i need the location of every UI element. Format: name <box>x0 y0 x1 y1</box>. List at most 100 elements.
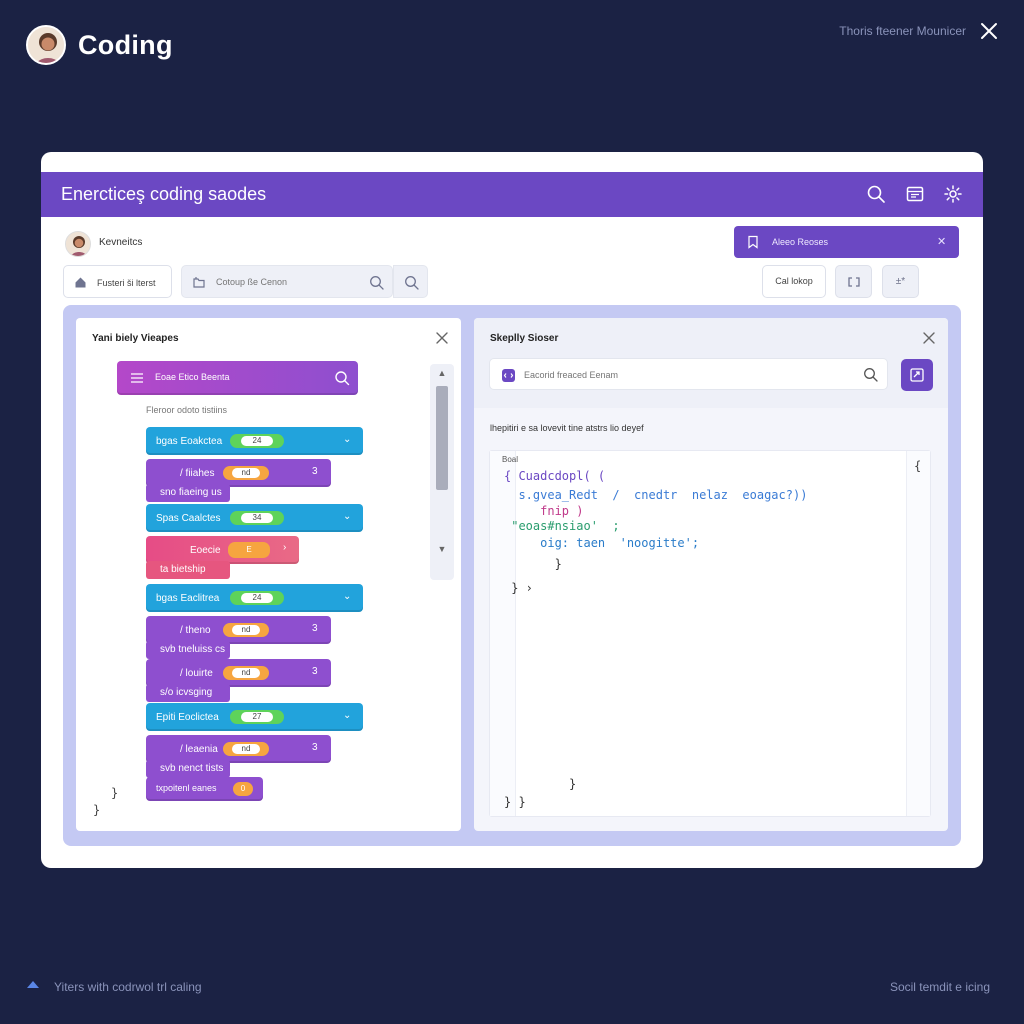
footer-left-text: Yiters with codrwol trl caling <box>54 980 202 994</box>
profile-avatar[interactable] <box>26 25 66 65</box>
code-panel: Skeplly Sioser lhepitiri e sa lovevit ti… <box>474 318 948 831</box>
block-loop[interactable]: bgas Eaclitrea 24 ⌄ <box>146 584 363 612</box>
block-label: / theno <box>180 625 211 636</box>
scroll-marker: { <box>914 459 922 473</box>
block-sub: s/o icvsging <box>146 684 230 702</box>
scroll-up-icon[interactable]: ▲ <box>430 368 454 382</box>
code-line: } › <box>504 581 533 595</box>
block-action[interactable]: / leaenia nd 3 <box>146 735 331 763</box>
block-loop[interactable]: Epiti Eoclictea 27 ⌄ <box>146 703 363 731</box>
search-icon <box>867 185 885 203</box>
block-param-icon: 3 <box>312 466 318 477</box>
block-value[interactable]: nd <box>223 623 269 637</box>
block-value[interactable]: nd <box>223 466 269 480</box>
close-app-button[interactable] <box>978 20 1000 42</box>
gear-icon <box>944 185 962 203</box>
code-line: s.gvea_Redt / cnedtr nelaz eoagac?)) <box>504 488 808 502</box>
blocks-panel-close-button[interactable] <box>435 331 449 345</box>
code-search-bar[interactable] <box>489 358 888 390</box>
block-value[interactable]: 34 <box>230 511 284 525</box>
search-button[interactable] <box>393 265 428 298</box>
chevron-down-icon[interactable]: ⌄ <box>343 710 351 721</box>
search-icon[interactable] <box>863 367 878 382</box>
search-input[interactable] <box>216 273 356 291</box>
avatar-icon <box>28 27 64 63</box>
scrollbar-thumb[interactable] <box>436 386 448 490</box>
code-line: { Cuadcdopl( ( <box>504 469 606 483</box>
block-label: Spas Caalctes <box>156 513 221 524</box>
code-line: "eoas#nsiao' ; <box>504 519 620 533</box>
home-button[interactable]: Fusteri ši lterst <box>63 265 172 298</box>
format-button[interactable]: ±* <box>882 265 919 298</box>
code-editor[interactable]: { Boal { Cuadcdopl( ( s.gvea_Redt / cned… <box>489 450 931 817</box>
header-search-button[interactable] <box>866 184 886 204</box>
block-condition[interactable]: Eoecie E › <box>146 536 299 564</box>
code-file-icon <box>502 369 515 382</box>
scroll-down-icon[interactable]: ▼ <box>430 544 454 558</box>
block-sub: ta bietship <box>146 561 230 579</box>
block-label: txpoitenl eanes <box>156 783 217 793</box>
block-value[interactable]: 27 <box>230 710 284 724</box>
chevron-down-icon[interactable]: ⌄ <box>343 434 351 445</box>
close-icon <box>923 332 935 344</box>
block-value[interactable]: 24 <box>230 591 284 605</box>
bracket-icon <box>848 277 860 287</box>
code-panel-close-button[interactable] <box>922 331 936 345</box>
user-avatar[interactable] <box>65 231 91 257</box>
brace: } <box>93 803 101 817</box>
code-search-input[interactable] <box>524 367 824 383</box>
chevron-down-icon[interactable]: ⌄ <box>343 511 351 522</box>
search-icon <box>405 276 419 290</box>
blocks-scrollbar[interactable]: ▲ ▼ <box>430 364 454 580</box>
header-settings-button[interactable] <box>943 184 963 204</box>
search-bar[interactable] <box>181 265 393 298</box>
notice-banner[interactable]: Aleeo Reoses ✕ <box>734 226 959 258</box>
block-value[interactable]: nd <box>223 666 269 680</box>
home-icon <box>75 277 86 288</box>
header-layout-button[interactable] <box>905 184 925 204</box>
notice-text: Aleeo Reoses <box>772 237 829 247</box>
block-end[interactable]: txpoitenl eanes 0 <box>146 777 263 801</box>
code-line: } <box>504 777 577 791</box>
app-title: Coding <box>78 30 173 60</box>
brace: } <box>111 786 119 800</box>
editor-window: Enercticeş coding saodes Kevneitcs Aleeo… <box>41 152 983 868</box>
block-value[interactable]: nd <box>223 742 269 756</box>
window-header: Enercticeş coding saodes <box>41 172 983 217</box>
block-action[interactable]: / fiiahes nd 3 <box>146 459 331 487</box>
block-label: / fiiahes <box>180 468 215 479</box>
chevron-right-icon[interactable]: › <box>283 542 286 553</box>
code-scrollbar[interactable]: { <box>906 451 930 816</box>
block-value[interactable]: E <box>228 542 270 558</box>
tool-button[interactable]: Cal lokop <box>762 265 826 298</box>
block-sub: svb tneluiss cs <box>146 641 230 659</box>
block-param-icon: 3 <box>312 666 318 677</box>
block-action[interactable]: / theno nd 3 <box>146 616 331 644</box>
block-param-icon: 3 <box>312 742 318 753</box>
close-icon <box>981 23 997 39</box>
workspace: Yani biely Vieapes ▲ ▼ Eoae Etico Beenta… <box>63 305 961 846</box>
block-label: / louirte <box>180 668 213 679</box>
avatar-icon <box>66 232 90 256</box>
search-icon <box>335 371 350 386</box>
block-label: / leaenia <box>180 744 218 755</box>
export-icon <box>910 368 924 382</box>
notice-close-icon[interactable]: ✕ <box>937 235 946 248</box>
code-line: } } <box>504 795 526 809</box>
block-value[interactable]: 0 <box>233 782 253 796</box>
code-line: fnip ) <box>504 504 584 518</box>
chevron-down-icon[interactable]: ⌄ <box>343 591 351 602</box>
blocks-panel: Yani biely Vieapes ▲ ▼ Eoae Etico Beenta… <box>76 318 461 831</box>
code-view-button[interactable] <box>835 265 872 298</box>
event-block[interactable]: Eoae Etico Beenta <box>117 361 358 395</box>
triangle-icon <box>27 981 39 988</box>
search-icon[interactable] <box>369 275 384 290</box>
block-sub: sno fiaeing us <box>146 484 230 502</box>
run-code-button[interactable] <box>901 359 933 391</box>
block-loop[interactable]: bgas Eoakctea 24 ⌄ <box>146 427 363 455</box>
block-action[interactable]: / louirte nd 3 <box>146 659 331 687</box>
block-label: Eoecie <box>190 545 221 556</box>
block-value[interactable]: 24 <box>230 434 284 448</box>
block-loop[interactable]: Spas Caalctes 34 ⌄ <box>146 504 363 532</box>
home-label: Fusteri ši lterst <box>97 278 156 288</box>
